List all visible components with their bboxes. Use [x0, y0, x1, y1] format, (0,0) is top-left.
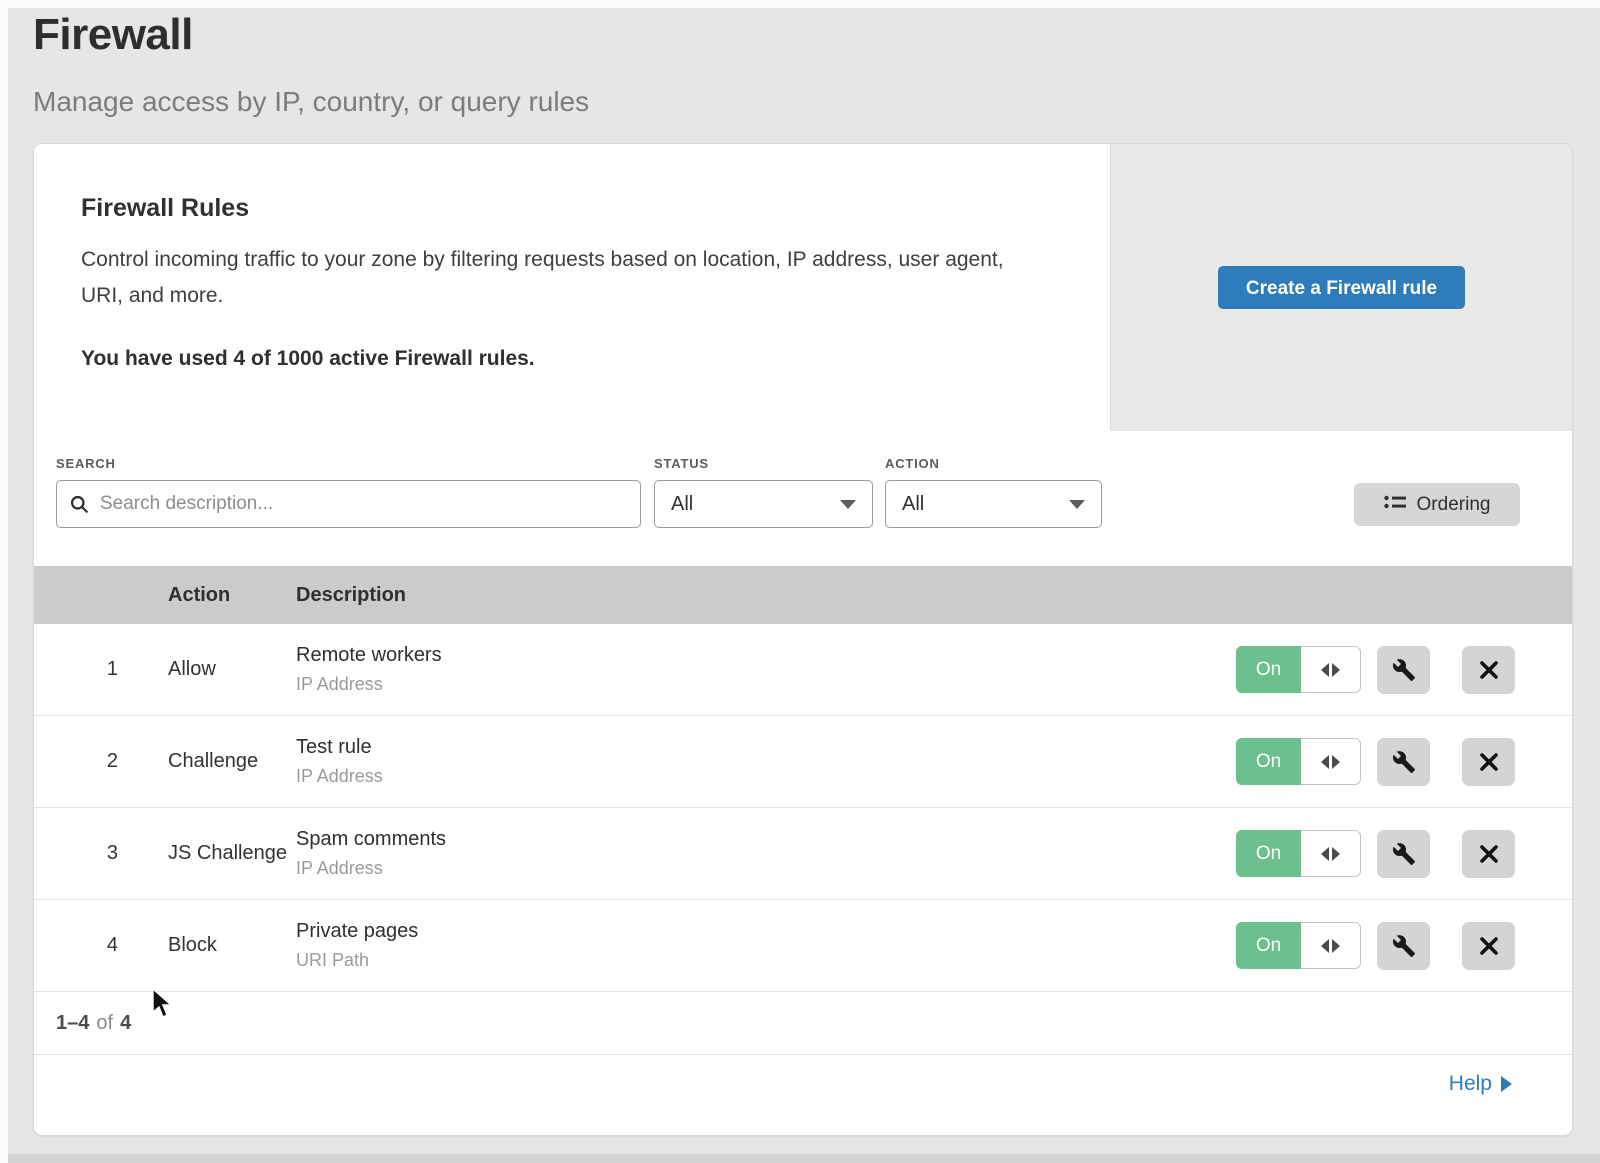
rule-enabled-toggle[interactable]: On [1236, 646, 1361, 693]
delete-rule-button[interactable] [1462, 646, 1515, 694]
toggle-on-label: On [1236, 922, 1301, 969]
rule-controls: On [1236, 738, 1515, 786]
ordered-list-icon [1384, 495, 1406, 515]
help-link-label: Help [1449, 1072, 1492, 1096]
action-filter-label: ACTION [885, 456, 940, 471]
rule-action: Block [118, 934, 296, 957]
rule-priority: 2 [34, 750, 118, 773]
action-filter-value: All [902, 493, 924, 516]
rules-usage-note: You have used 4 of 1000 active Firewall … [81, 347, 1050, 371]
toggle-handle [1301, 830, 1361, 877]
pagination-total: 4 [120, 1012, 131, 1035]
rules-intro-text: Firewall Rules Control incoming traffic … [34, 144, 1110, 431]
pagination-of: of [96, 1012, 113, 1035]
action-column-header: Action [118, 584, 296, 607]
table-row: 4 Block Private pages URI Path On [34, 900, 1572, 992]
toggle-handle [1301, 738, 1361, 785]
status-filter-select[interactable]: All [654, 480, 873, 528]
rules-card-heading: Firewall Rules [81, 194, 1050, 223]
rule-enabled-toggle[interactable]: On [1236, 830, 1361, 877]
toggle-on-label: On [1236, 830, 1301, 877]
rule-controls: On [1236, 830, 1515, 878]
rule-controls: On [1236, 646, 1515, 694]
pagination-range: 1–4 [56, 1012, 89, 1035]
delete-rule-button[interactable] [1462, 922, 1515, 970]
search-input[interactable] [100, 493, 628, 515]
close-icon [1478, 659, 1500, 681]
arrow-right-icon [1332, 939, 1340, 953]
search-box[interactable] [56, 480, 641, 528]
arrow-left-icon [1321, 755, 1329, 769]
wrench-icon [1392, 750, 1416, 774]
delete-rule-button[interactable] [1462, 830, 1515, 878]
create-rule-panel: Create a Firewall rule [1110, 144, 1572, 431]
table-row: 3 JS Challenge Spam comments IP Address … [34, 808, 1572, 900]
arrow-right-icon [1501, 1076, 1512, 1092]
toggle-on-label: On [1236, 738, 1301, 785]
rule-action: Challenge [118, 750, 296, 773]
help-bar: Help [34, 1055, 1572, 1113]
page-subtitle: Manage access by IP, country, or query r… [33, 86, 589, 118]
delete-rule-button[interactable] [1462, 738, 1515, 786]
rule-enabled-toggle[interactable]: On [1236, 738, 1361, 785]
arrow-left-icon [1321, 847, 1329, 861]
rule-action: Allow [118, 658, 296, 681]
page-background: Firewall Manage access by IP, country, o… [8, 8, 1600, 1163]
rule-enabled-toggle[interactable]: On [1236, 922, 1361, 969]
arrow-right-icon [1332, 755, 1340, 769]
rules-table-header: Action Description [34, 566, 1572, 624]
edit-rule-button[interactable] [1377, 738, 1430, 786]
pagination-bar: 1–4 of 4 [34, 992, 1572, 1055]
wrench-icon [1392, 934, 1416, 958]
arrow-right-icon [1332, 847, 1340, 861]
edit-rule-button[interactable] [1377, 830, 1430, 878]
window-bottom-edge [8, 1154, 1600, 1163]
create-firewall-rule-button[interactable]: Create a Firewall rule [1218, 266, 1465, 309]
arrow-right-icon [1332, 663, 1340, 677]
close-icon [1478, 751, 1500, 773]
description-column-header: Description [296, 584, 1572, 607]
toggle-handle [1301, 922, 1361, 969]
chevron-down-icon [840, 500, 856, 509]
wrench-icon [1392, 842, 1416, 866]
search-label: SEARCH [56, 456, 116, 471]
rule-priority: 4 [34, 934, 118, 957]
table-row: 2 Challenge Test rule IP Address On [34, 716, 1572, 808]
search-icon [69, 494, 90, 515]
rules-intro-section: Firewall Rules Control incoming traffic … [34, 144, 1572, 431]
chevron-down-icon [1069, 500, 1085, 509]
rule-priority: 1 [34, 658, 118, 681]
rule-priority: 3 [34, 842, 118, 865]
action-filter-select[interactable]: All [885, 480, 1102, 528]
rule-controls: On [1236, 922, 1515, 970]
wrench-icon [1392, 658, 1416, 682]
edit-rule-button[interactable] [1377, 646, 1430, 694]
status-filter-label: STATUS [654, 456, 709, 471]
toggle-handle [1301, 646, 1361, 693]
edit-rule-button[interactable] [1377, 922, 1430, 970]
help-link[interactable]: Help [1449, 1072, 1512, 1096]
filters-bar: SEARCH STATUS All ACTION All [34, 431, 1572, 566]
arrow-left-icon [1321, 939, 1329, 953]
page-header: Firewall Manage access by IP, country, o… [33, 10, 589, 118]
ordering-button-label: Ordering [1417, 494, 1491, 516]
close-icon [1478, 935, 1500, 957]
toggle-on-label: On [1236, 646, 1301, 693]
arrow-left-icon [1321, 663, 1329, 677]
firewall-rules-card: Firewall Rules Control incoming traffic … [33, 143, 1573, 1136]
ordering-button[interactable]: Ordering [1354, 483, 1520, 526]
page-title: Firewall [33, 10, 589, 60]
close-icon [1478, 843, 1500, 865]
rule-action: JS Challenge [118, 842, 296, 865]
table-row: 1 Allow Remote workers IP Address On [34, 624, 1572, 716]
rules-card-description: Control incoming traffic to your zone by… [81, 242, 1031, 314]
status-filter-value: All [671, 493, 693, 516]
